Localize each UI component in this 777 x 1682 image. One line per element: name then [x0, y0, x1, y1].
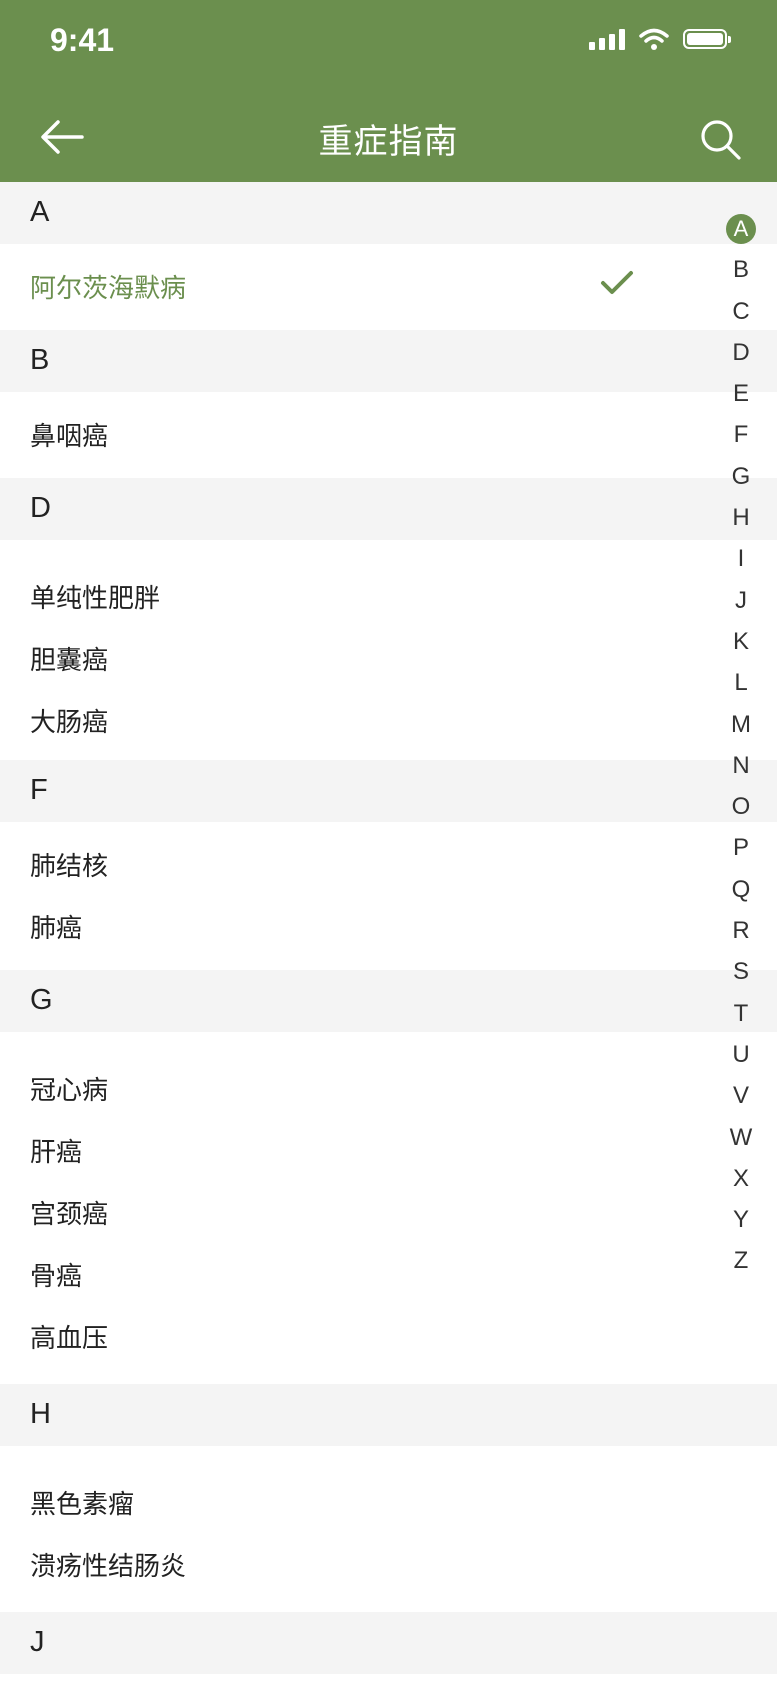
- list-item[interactable]: 鼻咽癌: [0, 402, 777, 464]
- list-item[interactable]: 宫颈癌: [0, 1180, 777, 1242]
- section-header-f: F: [0, 760, 777, 822]
- index-letter-v[interactable]: V: [725, 1075, 757, 1116]
- list-item-label: 肝癌: [30, 1138, 83, 1168]
- list-item-label: 大肠癌: [30, 708, 109, 738]
- list-item-label: 宫颈癌: [30, 1200, 109, 1230]
- index-letter-e[interactable]: E: [725, 373, 757, 414]
- list-item-label: 骨癌: [30, 1262, 83, 1292]
- section-header-h: H: [0, 1384, 777, 1446]
- index-letter-r[interactable]: R: [725, 910, 757, 951]
- index-letter-t[interactable]: T: [725, 993, 757, 1034]
- list-item-label: 鼻咽癌: [30, 422, 109, 452]
- search-button[interactable]: [697, 116, 743, 162]
- list-item[interactable]: 溃疡性结肠炎: [0, 1532, 777, 1594]
- index-letter-h[interactable]: H: [725, 497, 757, 538]
- list-item[interactable]: 大肠癌: [0, 688, 777, 750]
- list-item[interactable]: 冠心病: [0, 1056, 777, 1118]
- index-letter-a[interactable]: A: [725, 208, 757, 249]
- list-item-label: 单纯性肥胖: [30, 584, 161, 614]
- list-item-label: 肺癌: [30, 914, 83, 944]
- index-letter-j[interactable]: J: [725, 580, 757, 621]
- index-letter-i[interactable]: I: [725, 538, 757, 579]
- cellular-signal-icon: [589, 28, 625, 50]
- list-item[interactable]: 骨癌: [0, 1242, 777, 1304]
- index-letter-n[interactable]: N: [725, 745, 757, 786]
- section-header-b: B: [0, 330, 777, 392]
- list-item[interactable]: 高血压: [0, 1304, 777, 1366]
- checkmark-icon: [601, 271, 633, 294]
- index-letter-o[interactable]: O: [725, 786, 757, 827]
- index-letter-y[interactable]: Y: [725, 1199, 757, 1240]
- list-item-label: 高血压: [30, 1324, 109, 1354]
- section-header-j: J: [0, 1612, 777, 1674]
- index-letter-p[interactable]: P: [725, 827, 757, 868]
- index-letter-z[interactable]: Z: [725, 1240, 757, 1281]
- list-item[interactable]: 单纯性肥胖: [0, 564, 777, 626]
- list-item[interactable]: 胆囊癌: [0, 626, 777, 688]
- index-letter-m[interactable]: M: [725, 704, 757, 745]
- battery-icon: [683, 29, 731, 49]
- list-item-label: 冠心病: [30, 1076, 109, 1106]
- list-item-label: 溃疡性结肠炎: [30, 1552, 187, 1582]
- index-letter-c[interactable]: C: [725, 291, 757, 332]
- list-item-label: 黑色素瘤: [30, 1490, 135, 1520]
- index-letter-g[interactable]: G: [725, 456, 757, 497]
- index-letter-w[interactable]: W: [725, 1117, 757, 1158]
- status-icons: [589, 28, 731, 50]
- index-letter-k[interactable]: K: [725, 621, 757, 662]
- section-header-a: A: [0, 182, 777, 244]
- page-title: 重症指南: [318, 122, 459, 162]
- list-item[interactable]: 黑色素瘤: [0, 1470, 777, 1532]
- index-letter-q[interactable]: Q: [725, 869, 757, 910]
- section-header-g: G: [0, 970, 777, 1032]
- index-letter-s[interactable]: S: [725, 951, 757, 992]
- index-letter-u[interactable]: U: [725, 1034, 757, 1075]
- index-letter-b[interactable]: B: [725, 249, 757, 290]
- list-item-label: 胆囊癌: [30, 646, 109, 676]
- wifi-icon: [639, 28, 669, 50]
- list-item[interactable]: 肺癌: [0, 894, 777, 956]
- index-letter-x[interactable]: X: [725, 1158, 757, 1199]
- nav-header: 9:41 重症指南: [0, 0, 777, 182]
- alphabet-index[interactable]: A B C D E F G H I J K L M N O P Q R S T …: [721, 208, 761, 1282]
- list-item[interactable]: 阿尔茨海默病: [0, 254, 777, 316]
- list-item-label: 阿尔茨海默病: [30, 274, 187, 304]
- disease-list: A 阿尔茨海默病 B 鼻咽癌 D 单纯性肥胖 胆囊癌 大肠癌 F 肺结核 肺癌 …: [0, 182, 777, 1674]
- list-item-label: 肺结核: [30, 852, 109, 882]
- index-letter-l[interactable]: L: [725, 662, 757, 703]
- list-item[interactable]: 肝癌: [0, 1118, 777, 1180]
- section-header-d: D: [0, 478, 777, 540]
- status-time: 9:41: [50, 22, 115, 58]
- list-item[interactable]: 肺结核: [0, 832, 777, 894]
- index-letter-d[interactable]: D: [725, 332, 757, 373]
- index-letter-f[interactable]: F: [725, 414, 757, 455]
